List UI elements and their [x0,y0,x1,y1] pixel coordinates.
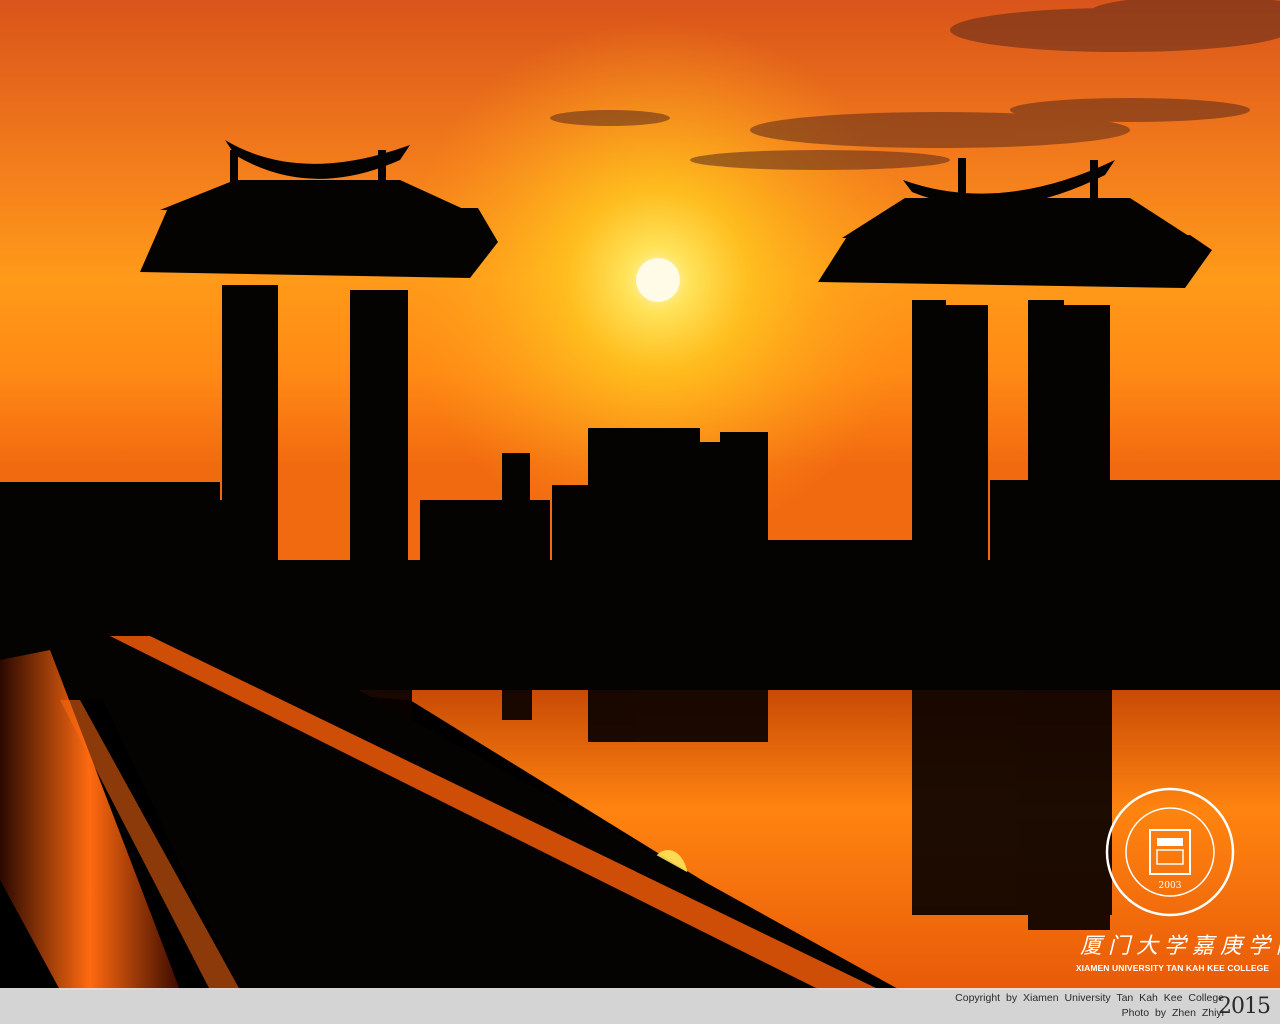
photographer-line: Photo by Zhen Zhiyi [1121,1007,1224,1019]
college-seal-logo: 2003 [1104,786,1236,918]
college-name: XIAMEN UNIVERSITY TAN KAH KEE COLLEGE [1075,963,1270,973]
seal-year: 2003 [1159,881,1182,891]
calligraphy-logotype: 厦门大学嘉庚学院 [1080,934,1280,959]
sun [636,258,680,302]
credit-text: Copyright by Xiamen University Tan Kah K… [955,991,1224,1021]
seal-icon: 2003 [1105,787,1235,917]
credit-bar: Copyright by Xiamen University Tan Kah K… [0,988,1280,1024]
credit-year: 2015 [1218,994,1271,1019]
copyright-line: Copyright by Xiamen University Tan Kah K… [955,992,1224,1004]
sunset-photo [0,0,1280,990]
photo-scene: 2003 厦门大学嘉庚学院 XIAMEN UNIVERSITY TAN KAH … [0,0,1280,1024]
